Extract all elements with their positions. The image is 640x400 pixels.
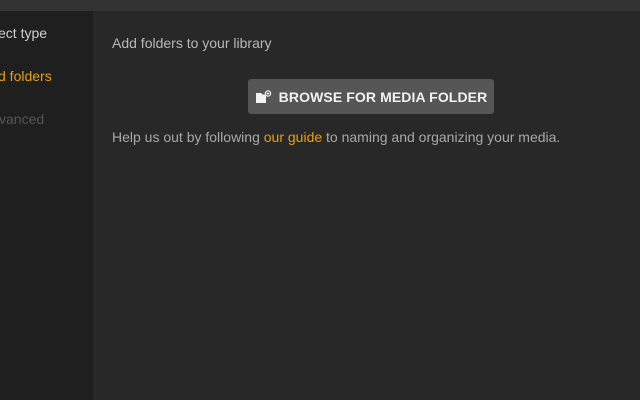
- guide-link[interactable]: our guide: [264, 129, 322, 145]
- page-title: Add folders to your library: [112, 35, 272, 51]
- sidebar: ect type d folders vanced: [0, 11, 93, 400]
- main-panel: Add folders to your library BROWSE FOR M…: [93, 11, 640, 400]
- sidebar-item-add-folders[interactable]: d folders: [0, 68, 52, 84]
- browse-media-folder-button[interactable]: BROWSE FOR MEDIA FOLDER: [248, 79, 494, 114]
- help-text: Help us out by following our guide to na…: [112, 129, 560, 145]
- folder-add-icon: [255, 89, 272, 104]
- browse-button-label: BROWSE FOR MEDIA FOLDER: [278, 88, 488, 105]
- sidebar-item-advanced[interactable]: vanced: [0, 111, 44, 127]
- top-bar: [0, 0, 640, 11]
- help-prefix: Help us out by following: [112, 129, 264, 145]
- sidebar-item-select-type[interactable]: ect type: [0, 25, 47, 41]
- help-suffix: to naming and organizing your media.: [322, 129, 561, 145]
